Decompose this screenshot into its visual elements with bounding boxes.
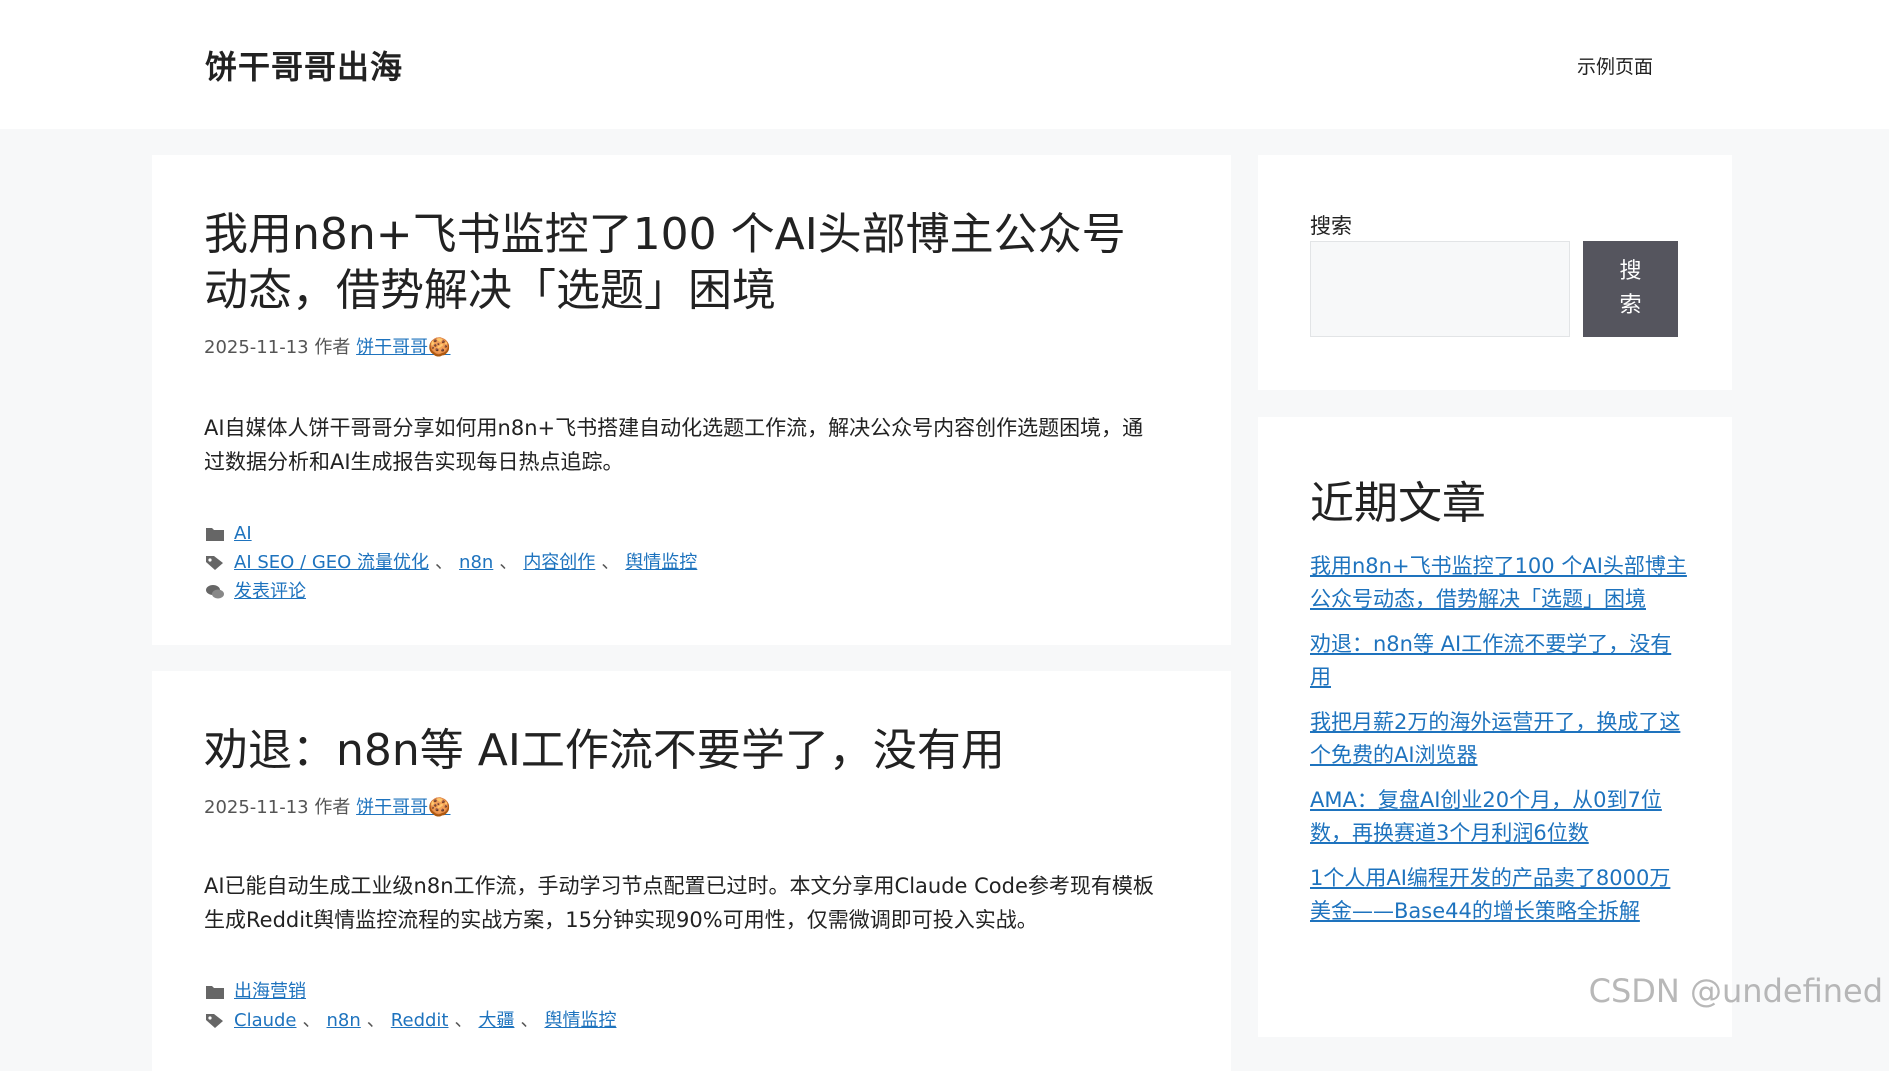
comment-row: 发表评论 xyxy=(204,577,1179,606)
article-footer: 出海营销 Claude、 n8n、 Reddit、 大疆、 舆情监控 xyxy=(204,977,1179,1035)
recent-post-link[interactable]: AMA：复盘AI创业20个月，从0到7位数，再换赛道3个月利润6位数 xyxy=(1310,788,1662,845)
list-item: 劝退：n8n等 AI工作流不要学了，没有用 xyxy=(1310,628,1690,694)
category-link[interactable]: 出海营销 xyxy=(234,977,306,1006)
article-date: 2025-11-13 xyxy=(204,337,309,358)
tag-link[interactable]: AI SEO / GEO 流量优化 xyxy=(234,548,429,577)
article-summary: AI自媒体人饼干哥哥分享如何用n8n+飞书搭建自动化选题工作流，解决公众号内容创… xyxy=(204,416,1144,474)
article-footer: AI AI SEO / GEO 流量优化、 n8n、 内容创作、 舆情监控 发表… xyxy=(204,519,1179,606)
recent-posts-title: 近期文章 xyxy=(1310,478,1486,529)
watermark: CSDN @undefined xyxy=(1588,972,1883,1010)
article-title-text[interactable]: 我用n8n+飞书监控了100 个AI头部博主公众号动态，借势解决「选题」困境 xyxy=(204,209,1126,316)
author-link[interactable]: 饼干哥哥🍪 xyxy=(356,337,450,358)
site-title[interactable]: 饼干哥哥出海 xyxy=(205,42,403,88)
recent-post-link[interactable]: 劝退：n8n等 AI工作流不要学了，没有用 xyxy=(1310,632,1671,689)
tag-link[interactable]: n8n xyxy=(459,548,493,577)
category-row: AI xyxy=(204,519,1179,548)
tag-icon xyxy=(204,554,226,572)
search-label: 搜索 xyxy=(1310,214,1352,238)
article-card: 劝退：n8n等 AI工作流不要学了，没有用 2025-11-13 作者 饼干哥哥… xyxy=(152,671,1231,1071)
recent-post-link[interactable]: 1个人用AI编程开发的产品卖了8000万美金——Base44的增长策略全拆解 xyxy=(1310,866,1670,923)
article-summary: AI已能自动生成工业级n8n工作流，手动学习节点配置已过时。本文分享用Claud… xyxy=(204,874,1154,932)
category-row: 出海营销 xyxy=(204,977,1179,1006)
folder-icon xyxy=(204,983,226,1001)
recent-post-link[interactable]: 我把月薪2万的海外运营开了，换成了这个免费的AI浏览器 xyxy=(1310,710,1680,767)
tag-link[interactable]: 舆情监控 xyxy=(544,1006,616,1035)
list-item: 1个人用AI编程开发的产品卖了8000万美金——Base44的增长策略全拆解 xyxy=(1310,862,1690,928)
list-item: 我用n8n+飞书监控了100 个AI头部博主公众号动态，借势解决「选题」困境 xyxy=(1310,550,1690,616)
article-meta: 2025-11-13 作者 饼干哥哥🍪 xyxy=(204,333,1179,359)
article-title[interactable]: 劝退：n8n等 AI工作流不要学了，没有用 xyxy=(204,723,1164,779)
author-link[interactable]: 饼干哥哥🍪 xyxy=(356,797,450,818)
tag-link[interactable]: 舆情监控 xyxy=(625,548,697,577)
article-by: 作者 xyxy=(314,797,351,818)
tag-row: Claude、 n8n、 Reddit、 大疆、 舆情监控 xyxy=(204,1006,1179,1035)
search-input[interactable] xyxy=(1310,241,1570,337)
tag-separator: 、 xyxy=(366,1010,385,1031)
list-item: 我把月薪2万的海外运营开了，换成了这个免费的AI浏览器 xyxy=(1310,706,1690,772)
recent-post-link[interactable]: 我用n8n+飞书监控了100 个AI头部博主公众号动态，借势解决「选题」困境 xyxy=(1310,554,1687,611)
article-card: 我用n8n+飞书监控了100 个AI头部博主公众号动态，借势解决「选题」困境 2… xyxy=(152,155,1231,645)
tag-separator: 、 xyxy=(499,552,518,573)
tag-link[interactable]: Claude xyxy=(234,1006,297,1035)
comment-link[interactable]: 发表评论 xyxy=(234,577,306,606)
tag-icon xyxy=(204,1012,226,1030)
article-title-text[interactable]: 劝退：n8n等 AI工作流不要学了，没有用 xyxy=(204,725,1005,776)
comment-icon xyxy=(204,583,226,601)
article-meta: 2025-11-13 作者 饼干哥哥🍪 xyxy=(204,793,1179,819)
recent-posts-list: 我用n8n+飞书监控了100 个AI头部博主公众号动态，借势解决「选题」困境 劝… xyxy=(1310,550,1690,940)
nav-sample-page[interactable]: 示例页面 xyxy=(1577,52,1653,79)
tag-separator: 、 xyxy=(302,1010,321,1031)
tag-separator: 、 xyxy=(520,1010,539,1031)
tag-link[interactable]: 内容创作 xyxy=(523,548,595,577)
search-widget: 搜索 搜索 xyxy=(1258,155,1732,390)
tag-separator: 、 xyxy=(454,1010,473,1031)
folder-icon xyxy=(204,525,226,543)
article-title[interactable]: 我用n8n+飞书监控了100 个AI头部博主公众号动态，借势解决「选题」困境 xyxy=(204,207,1164,319)
tag-link[interactable]: 大疆 xyxy=(478,1006,514,1035)
article-date: 2025-11-13 xyxy=(204,797,309,818)
search-button[interactable]: 搜索 xyxy=(1583,241,1678,337)
recent-posts-widget: 近期文章 我用n8n+飞书监控了100 个AI头部博主公众号动态，借势解决「选题… xyxy=(1258,417,1732,1037)
tag-separator: 、 xyxy=(435,552,454,573)
tag-link[interactable]: n8n xyxy=(327,1006,361,1035)
article-by: 作者 xyxy=(314,337,351,358)
tag-link[interactable]: Reddit xyxy=(391,1006,449,1035)
tag-separator: 、 xyxy=(601,552,620,573)
site-header: 饼干哥哥出海 示例页面 xyxy=(0,0,1889,129)
category-link[interactable]: AI xyxy=(234,519,252,548)
list-item: AMA：复盘AI创业20个月，从0到7位数，再换赛道3个月利润6位数 xyxy=(1310,784,1690,850)
tag-row: AI SEO / GEO 流量优化、 n8n、 内容创作、 舆情监控 xyxy=(204,548,1179,577)
